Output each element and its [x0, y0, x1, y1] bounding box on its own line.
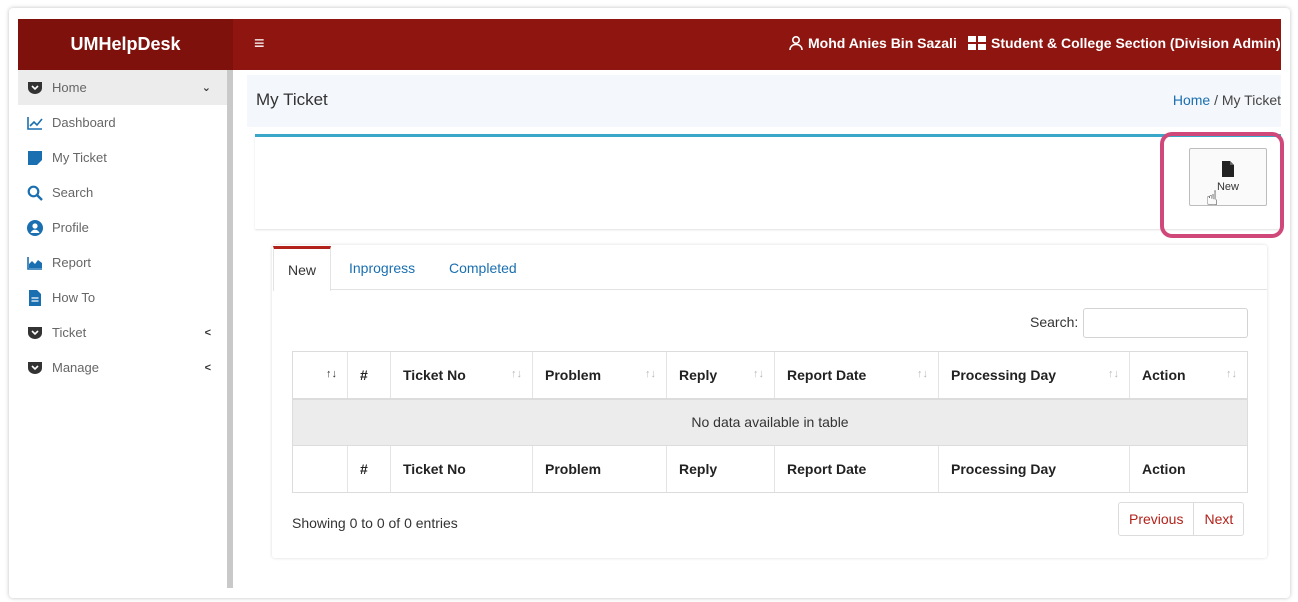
sidebar-item-dashboard[interactable]: Dashboard	[18, 105, 227, 140]
footer-column-reply: Reply	[666, 445, 775, 493]
sidebar-item-home[interactable]: Home ⌄	[18, 70, 227, 105]
sort-icon: ↑↓	[326, 368, 337, 380]
column-header-ticket-no[interactable]: Ticket No ↑↓	[390, 351, 533, 400]
sidebar-item-my-ticket[interactable]: My Ticket	[18, 140, 227, 175]
chevron-left-icon: <	[204, 361, 211, 374]
previous-page-button[interactable]: Previous	[1119, 503, 1193, 535]
hamburger-menu-icon[interactable]: ≡	[254, 33, 265, 54]
chevron-down-icon: ⌄	[201, 82, 211, 94]
top-navbar: UMHelpDesk ≡ Mohd Anies Bin Sazali Stude…	[18, 19, 1281, 70]
tickets-table: ↑↓ # Ticket No ↑↓ Problem ↑↓ Reply ↑↓ Repor…	[292, 351, 1248, 493]
pagination: Previous Next	[1118, 502, 1245, 536]
sidebar-item-manage[interactable]: Manage <	[18, 350, 227, 385]
column-header-report-date[interactable]: Report Date ↑↓	[774, 351, 939, 400]
sidebar-item-how-to[interactable]: How To	[18, 280, 227, 315]
sort-icon: ↑↓	[753, 368, 764, 380]
sort-icon: ↑↓	[1108, 368, 1119, 380]
sidebar-item-label: Search	[52, 185, 94, 200]
footer-column-problem: Problem	[532, 445, 667, 493]
next-page-button[interactable]: Next	[1193, 503, 1243, 535]
department-name: Student & College Section (Division Admi…	[991, 35, 1281, 51]
sidebar-item-label: How To	[52, 290, 96, 305]
breadcrumb-current: My Ticket	[1221, 92, 1281, 108]
footer-column-action: Action	[1129, 445, 1248, 493]
toolbar-card	[255, 134, 1281, 229]
brand-logo[interactable]: UMHelpDesk	[18, 19, 233, 70]
column-header-action[interactable]: Action ↑↓	[1129, 351, 1248, 400]
user-circle-icon	[26, 219, 44, 237]
sidebar-item-profile[interactable]: Profile	[18, 210, 227, 245]
sidebar-item-ticket[interactable]: Ticket <	[18, 315, 227, 350]
page-title: My Ticket	[256, 90, 328, 109]
new-ticket-label: New	[1216, 181, 1239, 193]
breadcrumb-home-link[interactable]: Home	[1173, 92, 1210, 108]
sort-icon: ↑↓	[917, 368, 928, 380]
document-icon	[26, 289, 44, 307]
sort-icon: ↑↓	[511, 368, 522, 380]
sort-icon: ↑↓	[645, 368, 656, 380]
tab-bar: New Inprogress Completed	[273, 246, 1267, 291]
empty-table-message: No data available in table	[292, 398, 1248, 446]
footer-column-processing-day: Processing Day	[938, 445, 1130, 493]
content-header: My Ticket Home / My Ticket	[247, 75, 1281, 127]
column-header-processing-day[interactable]: Processing Day ↑↓	[938, 351, 1130, 400]
sidebar-item-search[interactable]: Search	[18, 175, 227, 210]
footer-column-ticket-no: Ticket No	[390, 445, 533, 493]
shield-down-icon	[26, 359, 44, 377]
sidebar: Home ⌄ Dashboard My Ticket Search Profil…	[18, 70, 233, 588]
footer-column-number: #	[347, 445, 391, 493]
sidebar-item-label: Ticket	[52, 325, 87, 340]
hand-cursor-icon: ☝	[1206, 188, 1219, 210]
file-icon	[1222, 161, 1234, 177]
sidebar-item-label: Report	[52, 255, 92, 270]
footer-column-report-date: Report Date	[774, 445, 939, 493]
sidebar-item-label: Dashboard	[52, 115, 116, 130]
table-info: Showing 0 to 0 of 0 entries	[292, 515, 458, 531]
sidebar-item-label: Home	[52, 80, 87, 95]
user-menu[interactable]: Mohd Anies Bin Sazali	[788, 35, 957, 51]
shield-down-icon	[26, 324, 44, 342]
sidebar-item-label: Manage	[52, 360, 99, 375]
sidebar-item-report[interactable]: Report	[18, 245, 227, 280]
column-header-number[interactable]: #	[347, 351, 391, 400]
breadcrumb: Home / My Ticket	[1173, 92, 1281, 108]
grid-icon	[968, 36, 986, 50]
sidebar-item-label: Profile	[52, 220, 89, 235]
department-menu[interactable]: Student & College Section (Division Admi…	[968, 35, 1281, 51]
sort-icon: ↑↓	[1226, 368, 1237, 380]
column-header-problem[interactable]: Problem ↑↓	[532, 351, 667, 400]
user-name: Mohd Anies Bin Sazali	[808, 35, 957, 51]
tab-completed[interactable]: Completed	[449, 246, 517, 290]
search-icon	[26, 184, 44, 202]
sticky-note-icon	[26, 149, 44, 167]
user-icon	[789, 35, 803, 51]
shield-down-icon	[26, 79, 44, 97]
footer-column-sort	[292, 445, 348, 493]
column-header-sort[interactable]: ↑↓	[292, 351, 348, 400]
column-header-reply[interactable]: Reply ↑↓	[666, 351, 775, 400]
tab-new[interactable]: New	[273, 246, 332, 291]
new-ticket-button[interactable]: New	[1189, 148, 1267, 206]
breadcrumb-separator: /	[1214, 92, 1218, 108]
tab-inprogress[interactable]: Inprogress	[349, 246, 415, 290]
sidebar-item-label: My Ticket	[52, 150, 107, 165]
line-chart-icon	[26, 114, 44, 132]
search-input[interactable]	[1083, 308, 1248, 338]
area-chart-icon	[26, 254, 44, 272]
chevron-left-icon: <	[204, 326, 211, 339]
search-label: Search:	[1030, 314, 1079, 330]
